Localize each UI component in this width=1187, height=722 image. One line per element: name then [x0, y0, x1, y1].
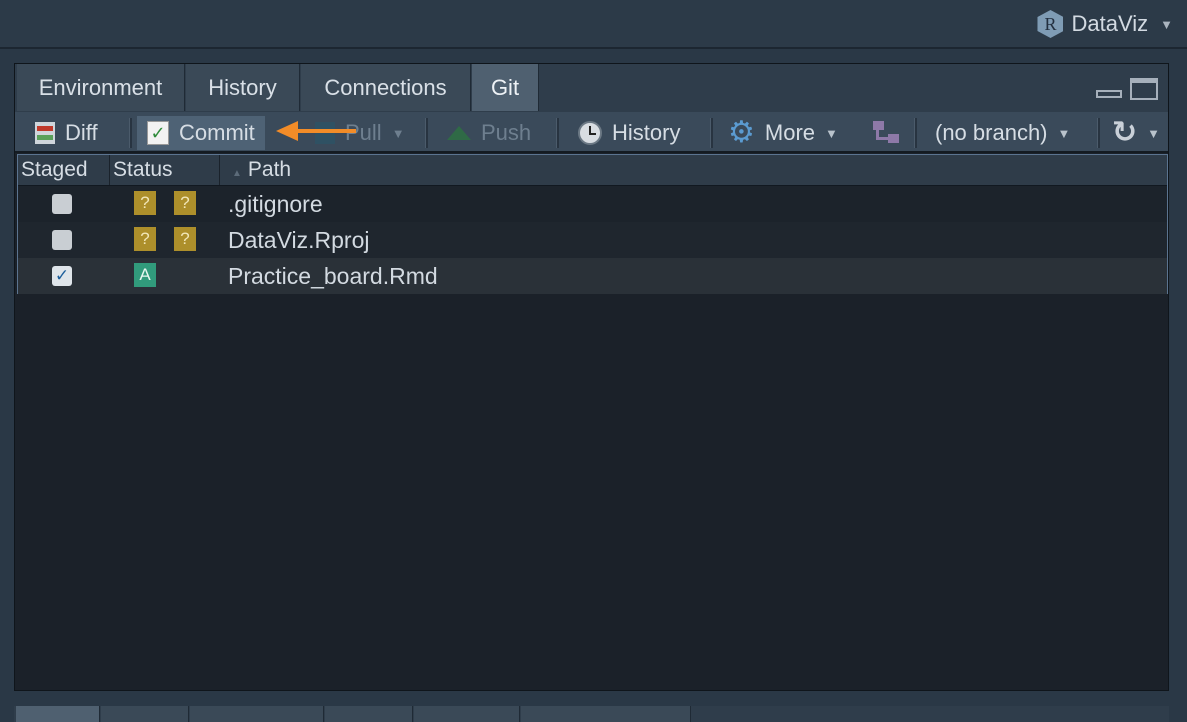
tab-history[interactable]: History — [186, 64, 300, 111]
table-row[interactable]: ? ? .gitignore — [18, 186, 1167, 222]
bottom-tab[interactable] — [414, 706, 520, 722]
push-label: Push — [481, 120, 532, 145]
branch-select[interactable]: (no branch) ▼ — [935, 116, 1070, 150]
status-badge: ? — [174, 227, 196, 251]
status-badge: ? — [134, 191, 156, 215]
file-path: .gitignore — [228, 191, 323, 217]
file-path: DataViz.Rproj — [228, 227, 370, 253]
chevron-down-icon: ▼ — [1057, 125, 1071, 141]
chevron-down-icon: ▼ — [1160, 16, 1173, 32]
branch-icon — [871, 120, 901, 146]
table-row[interactable]: ✓ A Practice_board.Rmd — [18, 258, 1167, 294]
column-label: Staged — [21, 158, 88, 181]
window-controls — [1096, 78, 1158, 100]
refresh-button[interactable]: ↻ ▼ — [1112, 116, 1160, 150]
branch-label: (no branch) — [935, 120, 1048, 145]
minimize-icon[interactable] — [1096, 90, 1122, 98]
toolbar-divider — [710, 118, 713, 148]
toolbar-divider — [129, 118, 132, 148]
staged-checkbox[interactable] — [52, 194, 72, 214]
chevron-down-icon: ▼ — [825, 125, 838, 141]
column-status[interactable]: Status — [110, 155, 220, 185]
commit-button[interactable]: ✓ Commit — [137, 116, 265, 150]
bottom-tab[interactable] — [16, 706, 100, 722]
toolbar-divider — [914, 118, 917, 148]
column-staged[interactable]: Staged — [18, 155, 110, 185]
more-button[interactable]: ⚙ More ▼ — [728, 116, 838, 150]
file-path: Practice_board.Rmd — [228, 263, 438, 289]
tab-strip: Environment History Connections Git — [15, 64, 1168, 113]
column-label: Status — [113, 158, 173, 181]
history-button[interactable]: History — [578, 116, 680, 150]
staged-checkbox[interactable] — [52, 230, 72, 250]
staged-checkbox[interactable]: ✓ — [52, 266, 72, 286]
git-toolbar: Diff ✓ Commit Pull ▼ Push History ⚙ More… — [15, 112, 1168, 153]
tab-label: Connections — [324, 74, 447, 100]
annotation-arrow — [276, 121, 356, 141]
r-project-icon: R — [1037, 10, 1064, 38]
tab-git[interactable]: Git — [472, 64, 539, 111]
diff-label: Diff — [65, 120, 98, 145]
bottom-tab[interactable] — [190, 706, 324, 722]
column-path[interactable]: ▲ Path — [220, 155, 1169, 185]
project-name: DataViz — [1071, 11, 1149, 36]
changes-table: Staged Status ▲ Path ? ? .gitignore ? ? D… — [17, 154, 1168, 294]
tab-label: History — [208, 74, 277, 100]
diff-button[interactable]: Diff — [35, 116, 98, 150]
history-label: History — [612, 120, 681, 145]
toolbar-divider — [556, 118, 559, 148]
more-label: More — [764, 120, 816, 145]
table-header: Staged Status ▲ Path — [18, 155, 1167, 186]
gear-icon: ⚙ — [728, 116, 755, 149]
status-badge: A — [134, 263, 156, 287]
clock-icon — [578, 121, 602, 145]
chevron-down-icon: ▼ — [391, 125, 405, 141]
status-badge: ? — [174, 191, 196, 215]
tab-environment[interactable]: Environment — [17, 64, 185, 111]
push-arrow-icon — [447, 126, 471, 140]
toolbar-divider — [1097, 118, 1100, 148]
branch-graph-button[interactable] — [871, 116, 901, 150]
tab-label: Git — [490, 74, 520, 100]
tab-label: Environment — [38, 74, 163, 100]
refresh-icon: ↻ — [1112, 116, 1138, 149]
commit-checkbox-icon: ✓ — [147, 121, 169, 145]
sort-icon: ▲ — [232, 168, 242, 179]
column-label: Path — [247, 158, 292, 181]
table-row[interactable]: ? ? DataViz.Rproj — [18, 222, 1167, 258]
commit-label: Commit — [179, 120, 255, 145]
push-button[interactable]: Push — [447, 116, 531, 150]
diff-icon — [35, 122, 55, 144]
bottom-pane-tabs — [14, 706, 1169, 722]
toolbar-divider — [425, 118, 428, 148]
tab-connections[interactable]: Connections — [301, 64, 471, 111]
project-menu[interactable]: R DataViz ▼ — [1037, 9, 1173, 39]
status-badge: ? — [134, 227, 156, 251]
chevron-down-icon: ▼ — [1147, 125, 1161, 141]
top-bar: R DataViz ▼ — [0, 0, 1187, 49]
bottom-tab[interactable] — [101, 706, 189, 722]
maximize-icon[interactable] — [1130, 78, 1158, 100]
git-pane: Environment History Connections Git Diff… — [14, 63, 1169, 691]
bottom-tab[interactable] — [325, 706, 413, 722]
bottom-tab[interactable] — [521, 706, 691, 722]
